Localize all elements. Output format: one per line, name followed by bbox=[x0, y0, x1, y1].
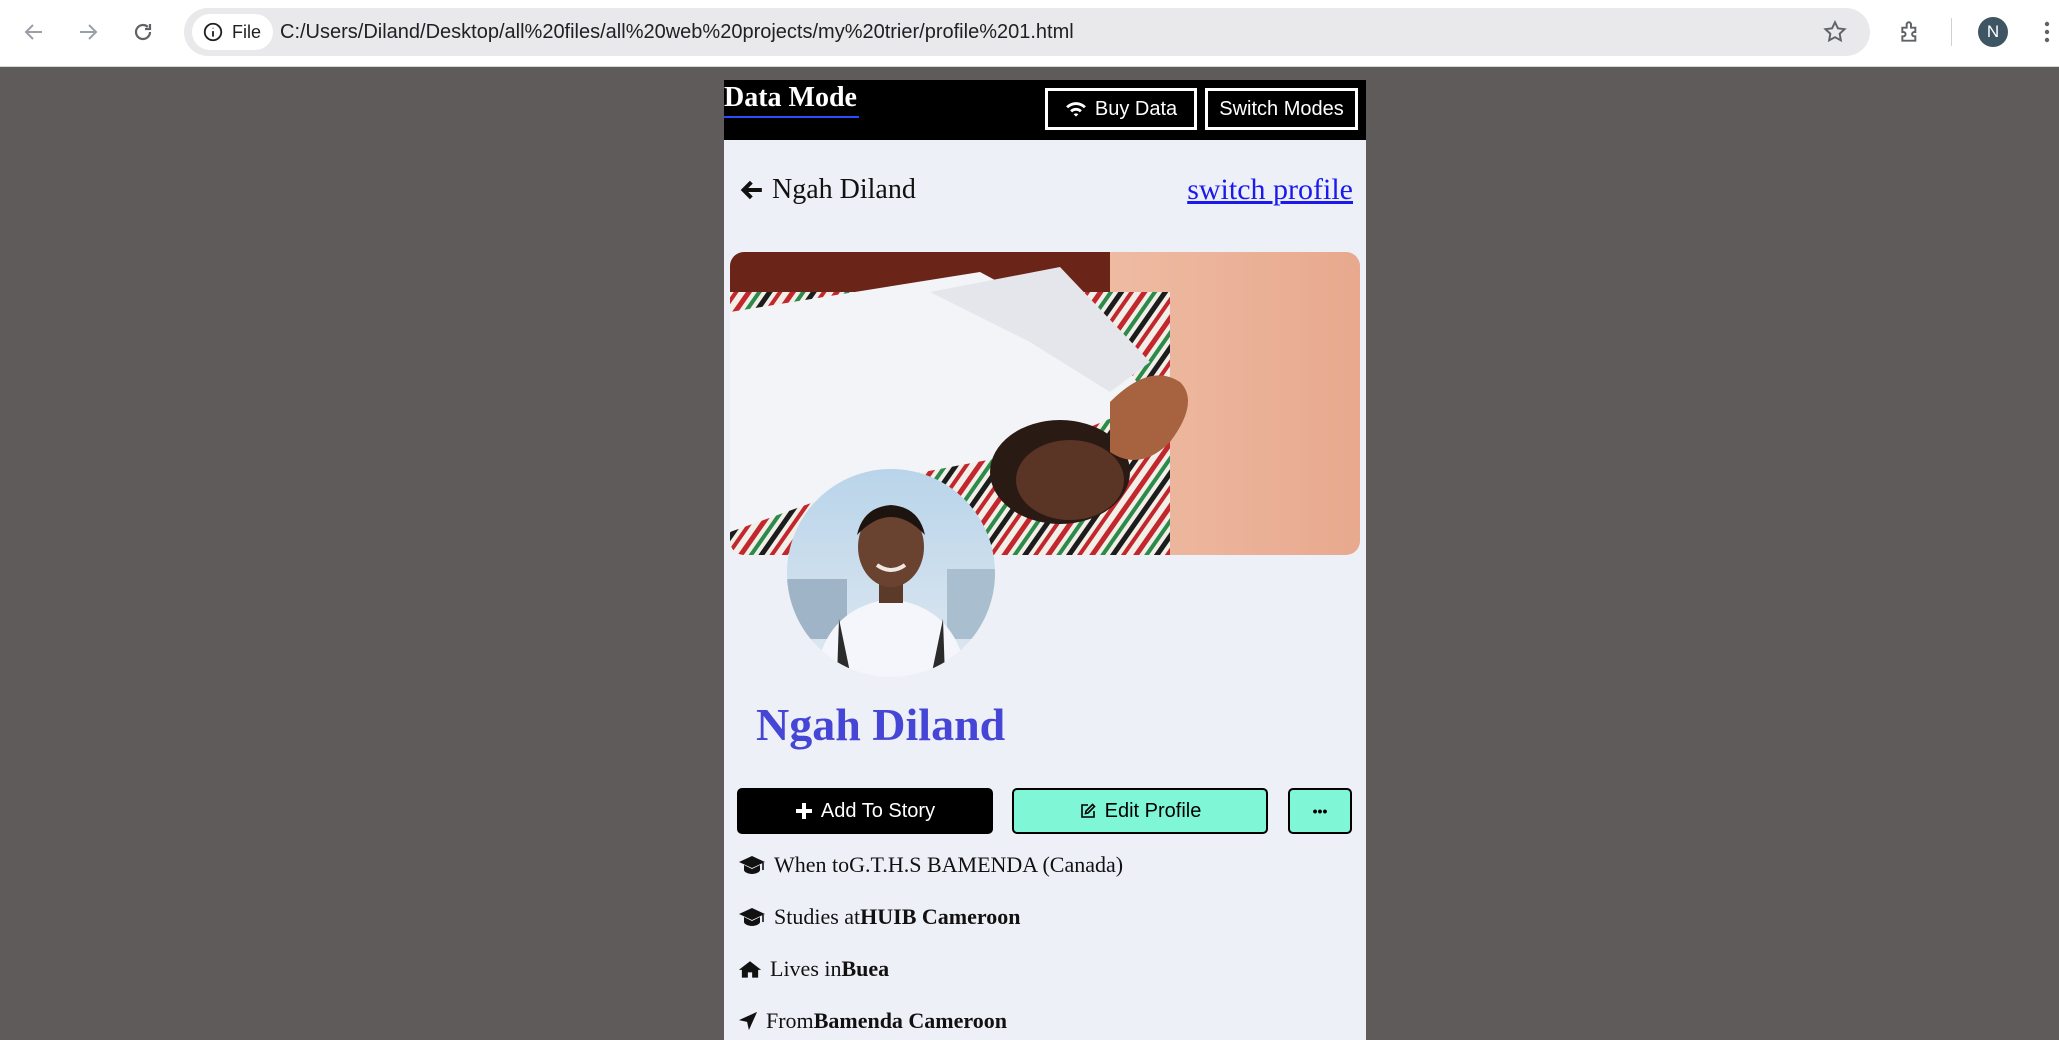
info-from-value: Bamenda Cameroon bbox=[813, 1008, 1008, 1033]
info-row-school: When to G.T.H.S BAMENDA (Canada) bbox=[738, 850, 1123, 880]
top-bar: Data Mode Buy Data Switch Modes bbox=[724, 80, 1366, 140]
browser-toolbar: File C:/Users/Diland/Desktop/all%20files… bbox=[0, 0, 2059, 67]
wifi-icon bbox=[1065, 102, 1086, 117]
info-from-prefix: From bbox=[766, 1008, 814, 1033]
buy-data-label: Buy Data bbox=[1094, 97, 1178, 120]
reload-icon[interactable] bbox=[123, 12, 163, 52]
back-nav-icon[interactable] bbox=[14, 12, 54, 52]
bookmark-star-icon[interactable] bbox=[1822, 19, 1848, 45]
profile-picture[interactable] bbox=[787, 469, 995, 677]
plus-icon bbox=[795, 803, 812, 819]
edit-icon bbox=[1080, 803, 1096, 818]
url-text[interactable]: C:/Users/Diland/Desktop/all%20files/all%… bbox=[280, 8, 1074, 56]
add-to-story-button[interactable]: Add To Story bbox=[737, 788, 993, 834]
info-row-studies: Studies at HUIB Cameroon bbox=[738, 902, 1021, 932]
switch-profile-link[interactable]: switch profile bbox=[1187, 170, 1353, 210]
info-row-from: From Bamenda Cameroon bbox=[738, 1006, 1007, 1036]
info-school-prefix: When to bbox=[774, 852, 850, 877]
add-to-story-label: Add To Story bbox=[820, 799, 936, 822]
info-icon bbox=[203, 22, 223, 42]
info-lives-prefix: Lives in bbox=[770, 956, 842, 981]
browser-menu-icon[interactable] bbox=[2040, 16, 2054, 48]
profile-avatar[interactable]: N bbox=[1978, 17, 2008, 47]
info-studies-value: HUIB Cameroon bbox=[860, 904, 1021, 929]
forward-nav-icon[interactable] bbox=[68, 12, 108, 52]
profile-display-name: Ngah Diland bbox=[756, 699, 1006, 750]
edit-profile-button[interactable]: Edit Profile bbox=[1012, 788, 1268, 834]
more-options-button[interactable]: ••• bbox=[1288, 788, 1352, 834]
switch-modes-button[interactable]: Switch Modes bbox=[1205, 88, 1358, 130]
edit-profile-label: Edit Profile bbox=[1104, 799, 1202, 822]
chip-label: File bbox=[232, 21, 262, 42]
toolbar-divider bbox=[1951, 18, 1952, 46]
arrow-left-icon[interactable] bbox=[738, 177, 764, 203]
graduation-cap-icon bbox=[739, 856, 765, 874]
info-school-value: G.T.H.S BAMENDA (Canada) bbox=[849, 852, 1124, 877]
location-arrow-icon bbox=[738, 1011, 758, 1031]
back-header[interactable]: Ngah Diland bbox=[738, 170, 916, 210]
more-options-label: ••• bbox=[1312, 803, 1328, 819]
info-lives-value: Buea bbox=[841, 956, 890, 981]
extensions-icon[interactable] bbox=[1893, 14, 1929, 50]
profile-picture-image bbox=[787, 469, 995, 677]
profile-page: Data Mode Buy Data Switch Modes Ngah Dil… bbox=[724, 80, 1366, 1040]
switch-modes-label: Switch Modes bbox=[1219, 97, 1344, 120]
home-icon bbox=[738, 961, 762, 978]
info-row-lives: Lives in Buea bbox=[738, 954, 889, 984]
header-name: Ngah Diland bbox=[772, 174, 916, 205]
site-info-chip[interactable]: File bbox=[192, 14, 274, 50]
brand-link[interactable]: Data Mode bbox=[724, 80, 859, 118]
buy-data-button[interactable]: Buy Data bbox=[1045, 88, 1197, 130]
info-studies-prefix: Studies at bbox=[774, 904, 861, 929]
graduation-cap-icon bbox=[739, 908, 765, 926]
address-bar[interactable]: File C:/Users/Diland/Desktop/all%20files… bbox=[184, 8, 1870, 56]
